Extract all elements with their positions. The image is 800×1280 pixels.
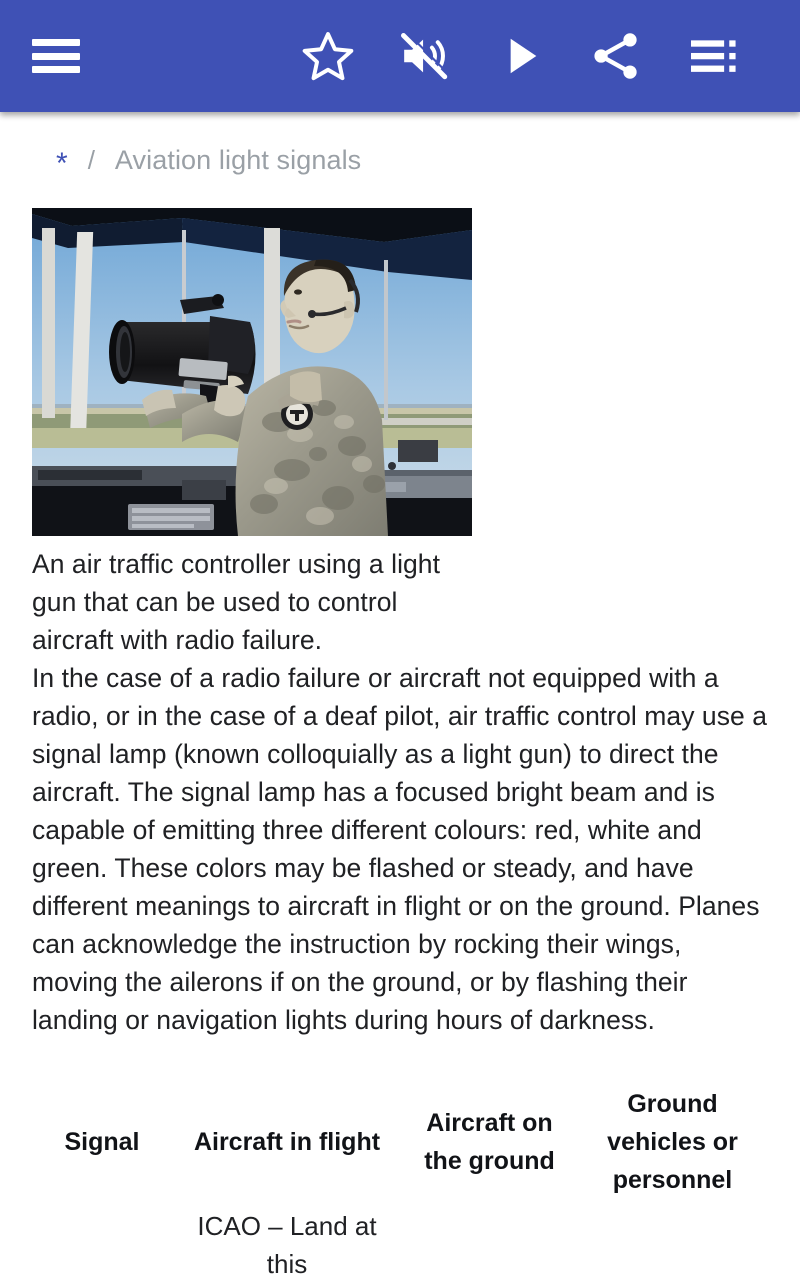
menu-icon-bar (32, 39, 80, 46)
control-tower-photo (32, 208, 472, 536)
table-header-aircraft-on-the-ground: Aircraft on the ground (424, 1109, 555, 1175)
article-body: In the case of a radio failure or aircra… (32, 663, 767, 1035)
article-figure: An air traffic controller using a light … (32, 208, 472, 659)
menu-icon-bar (32, 52, 80, 60)
app-bar (0, 0, 800, 112)
table-header-ground-vehicles-or-personnel: Ground vehicles or personnel (607, 1090, 738, 1194)
app-bar-actions (112, 8, 800, 104)
table-head: Signal Aircraft in flight Aircraft on th… (32, 1081, 768, 1203)
play-icon (491, 28, 549, 84)
table-header-aircraft-in-flight: Aircraft in flight (193, 1128, 381, 1156)
mute-button[interactable] (376, 8, 472, 104)
breadcrumb-home-link[interactable]: * (56, 149, 68, 179)
menu-icon[interactable] (32, 39, 80, 73)
table-header-row: Signal Aircraft in flight Aircraft on th… (32, 1081, 768, 1203)
cell-in-flight: ICAO – Land at this (197, 1211, 377, 1279)
article-content: * / Aviation light signals An air traffi… (0, 112, 800, 1280)
breadcrumb-separator: / (87, 144, 95, 175)
table-header-signal: Signal (64, 1128, 140, 1156)
figure-caption: An air traffic controller using a light … (32, 549, 440, 655)
light-signals-table: Signal Aircraft in flight Aircraft on th… (32, 1081, 768, 1280)
volume-mute-icon (395, 28, 453, 84)
table-body: ICAO – Land at this (32, 1203, 768, 1280)
contents-button[interactable] (664, 8, 760, 104)
menu-icon-bar (32, 66, 80, 73)
app-bar-left (0, 39, 112, 73)
breadcrumb: * / Aviation light signals (32, 112, 768, 208)
breadcrumb-current-page: Aviation light signals (114, 144, 362, 175)
star-icon (299, 28, 357, 84)
share-icon (587, 28, 645, 84)
contents-list-icon (683, 28, 741, 84)
cell-ground-vehicles (577, 1203, 768, 1280)
play-button[interactable] (472, 8, 568, 104)
favorite-button[interactable] (280, 8, 376, 104)
table-row: ICAO – Land at this (32, 1203, 768, 1280)
cell-on-ground (402, 1203, 577, 1280)
cell-signal (32, 1203, 172, 1280)
share-button[interactable] (568, 8, 664, 104)
